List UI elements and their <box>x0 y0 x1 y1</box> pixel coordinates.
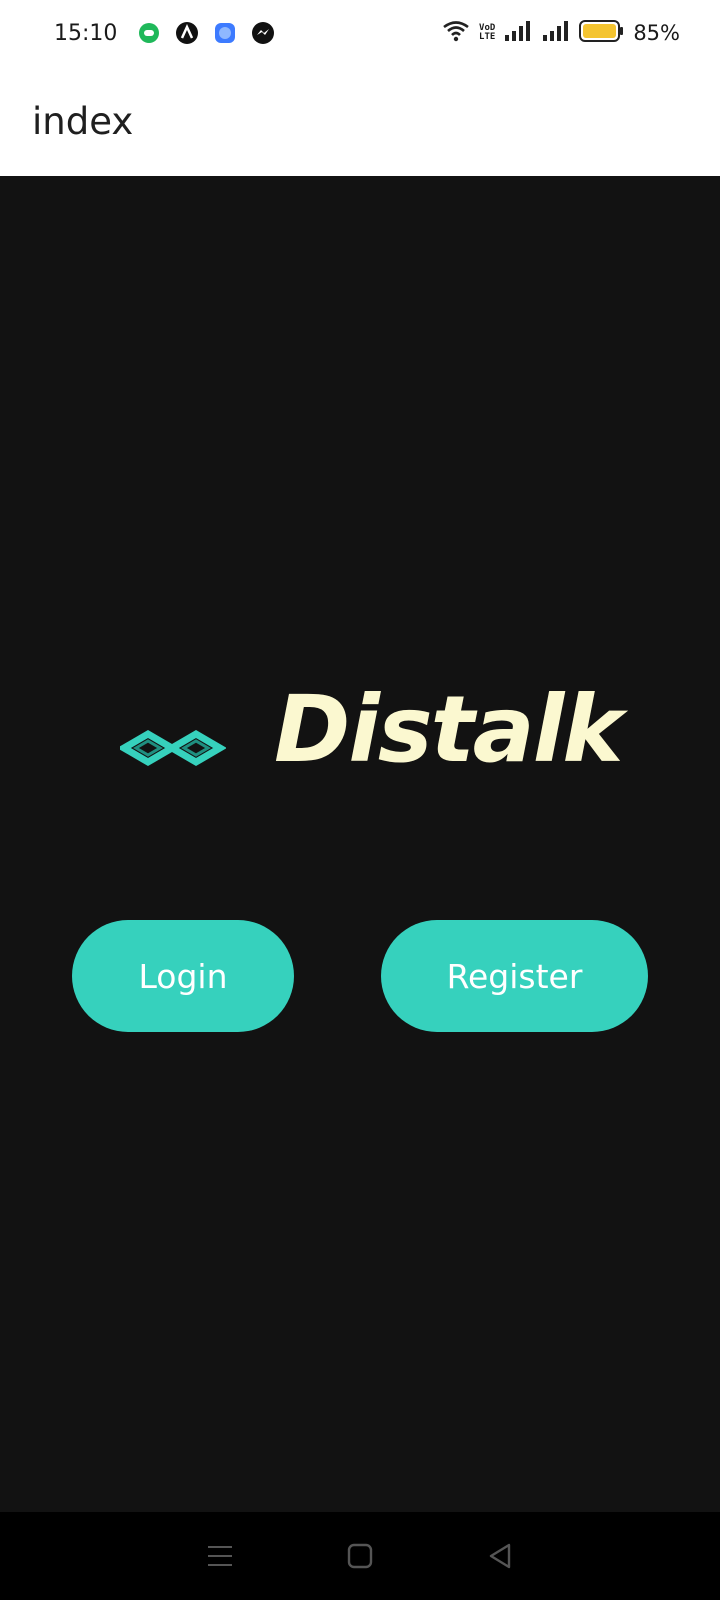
app-a-icon <box>175 21 199 45</box>
page-title: index <box>32 99 134 143</box>
volte-indicator: VoD LTE <box>479 24 495 42</box>
back-icon[interactable] <box>480 1536 520 1576</box>
chat-bubble-icon <box>137 21 161 45</box>
system-nav-bar <box>0 1512 720 1600</box>
status-bar-right: VoD LTE 85% <box>441 19 680 48</box>
messenger-icon <box>251 21 275 45</box>
signal-1-icon <box>503 20 533 47</box>
main-content <box>0 176 720 1512</box>
app-bar: index <box>0 66 720 176</box>
register-button[interactable]: Register <box>381 920 648 1032</box>
status-bar: 15:10 VoD LTE 85% <box>0 0 720 66</box>
login-button[interactable]: Login <box>72 920 294 1032</box>
battery-icon <box>579 19 625 48</box>
brand-name: Distalk <box>274 676 623 783</box>
status-bar-left: 15:10 <box>54 21 275 46</box>
battery-percent: 85% <box>633 21 680 45</box>
brand-logo: Distalk <box>117 676 640 783</box>
volte-bottom-text: LTE <box>479 32 496 42</box>
signal-2-icon <box>541 20 571 47</box>
home-icon[interactable] <box>340 1536 380 1576</box>
menu-icon[interactable] <box>200 1536 240 1576</box>
infinity-logo-icon <box>117 724 227 772</box>
blue-app-icon <box>213 21 237 45</box>
status-time: 15:10 <box>54 20 118 46</box>
wifi-icon <box>441 19 471 48</box>
